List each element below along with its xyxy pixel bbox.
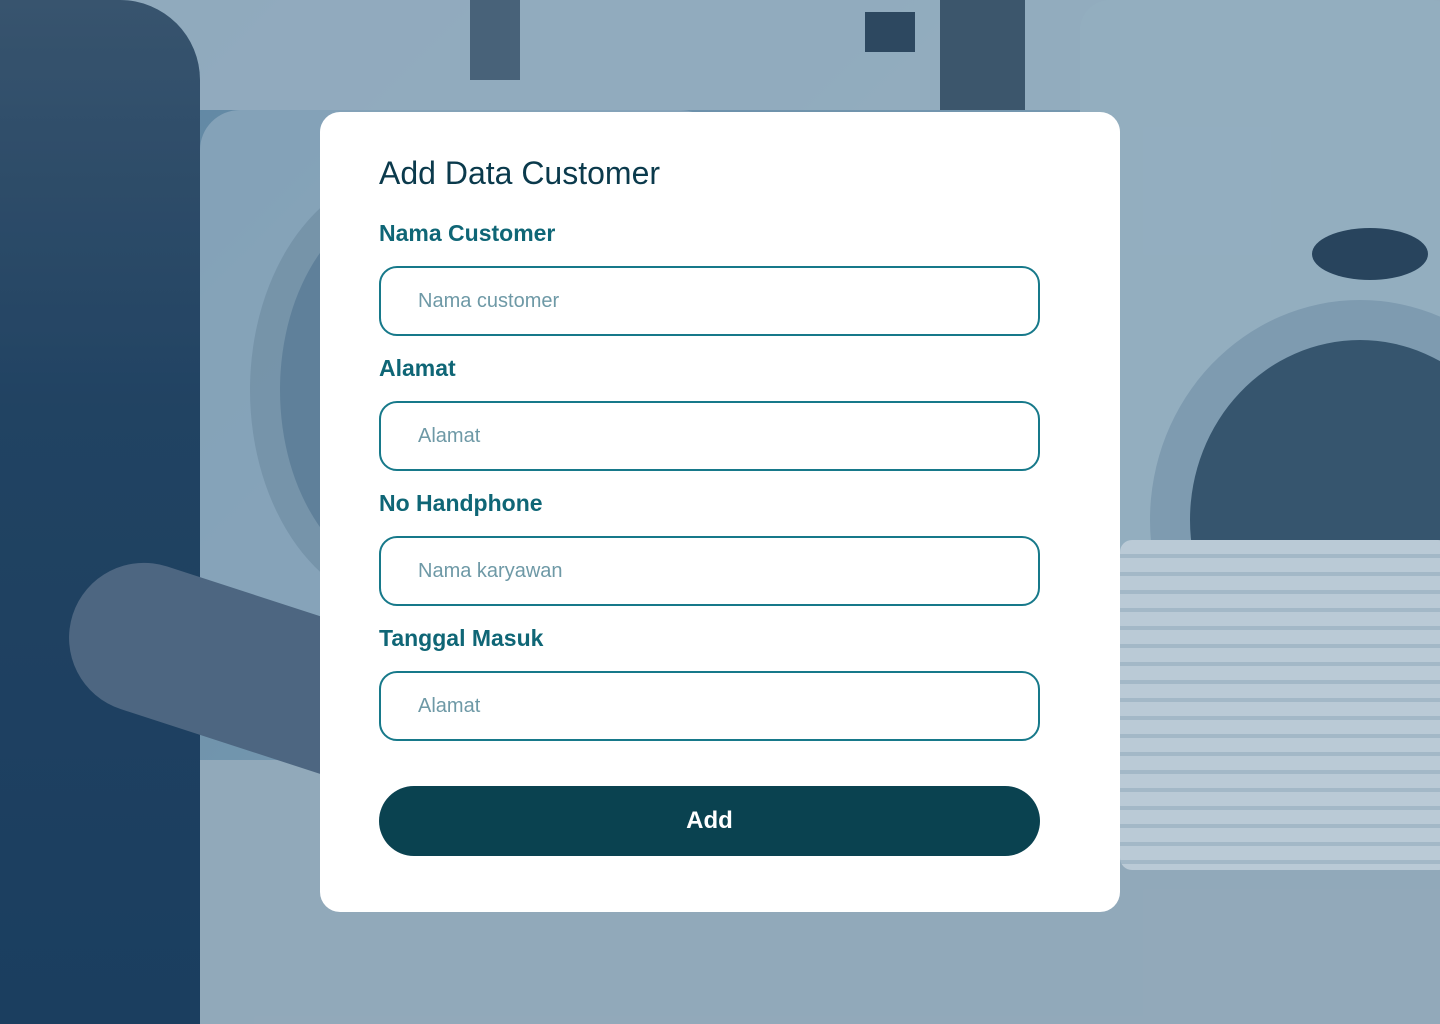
no-handphone-input[interactable] <box>379 536 1040 606</box>
alamat-input[interactable] <box>379 401 1040 471</box>
add-button[interactable]: Add <box>379 786 1040 856</box>
nama-customer-label: Nama Customer <box>379 220 556 246</box>
tanggal-masuk-input[interactable] <box>379 671 1040 741</box>
form-title: Add Data Customer <box>379 155 661 191</box>
alamat-label: Alamat <box>379 355 456 381</box>
add-customer-card: Add Data Customer Nama Customer Alamat N… <box>320 112 1120 912</box>
no-handphone-label: No Handphone <box>379 490 543 516</box>
nama-customer-input[interactable] <box>379 266 1040 336</box>
tanggal-masuk-label: Tanggal Masuk <box>379 625 544 651</box>
